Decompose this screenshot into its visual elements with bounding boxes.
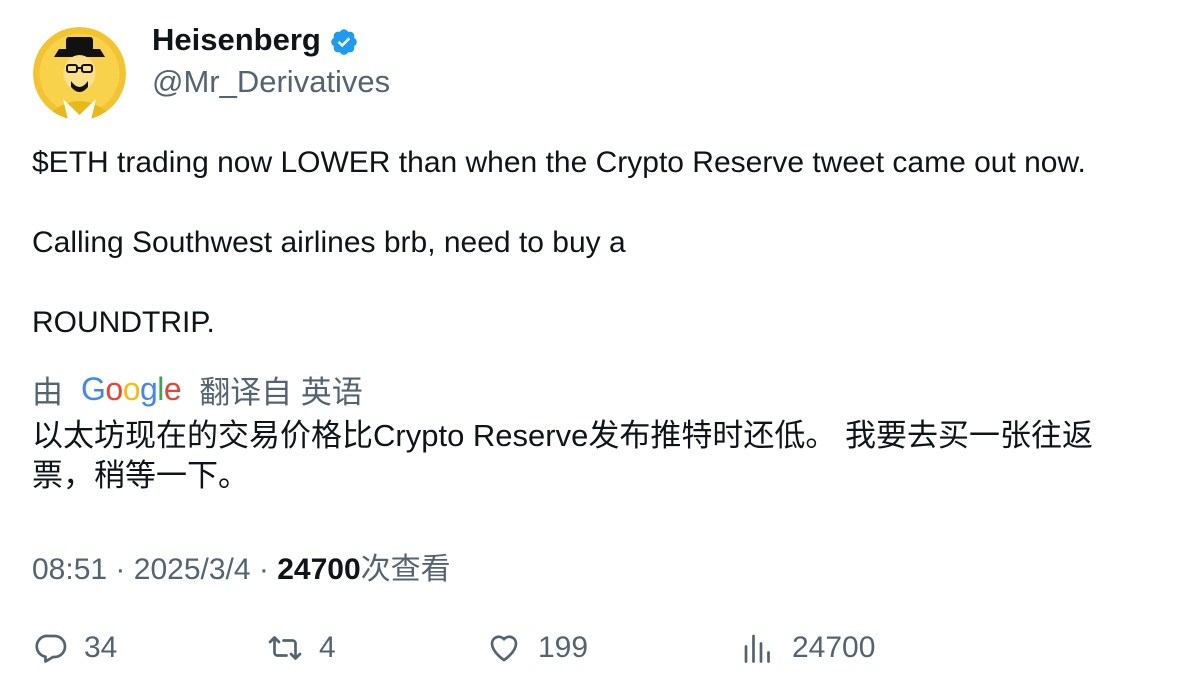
tweet-meta: 08:51 · 2025/3/4 · 24700次查看 bbox=[32, 544, 451, 588]
avatar[interactable] bbox=[33, 27, 126, 120]
meta-separator: · bbox=[258, 553, 269, 586]
translated-text: 以太坊现在的交易价格比Crypto Reserve发布推特时还低。 我要去买一张… bbox=[32, 418, 1093, 493]
translation-attribution: 由 Google 翻译自 英语 bbox=[32, 367, 363, 412]
tweet-text: $ETH trading now LOWER than when the Cry… bbox=[32, 146, 1086, 339]
like-count: 199 bbox=[538, 631, 589, 664]
views-label: 次查看 bbox=[360, 553, 451, 586]
display-name[interactable]: Heisenberg bbox=[152, 22, 321, 58]
views-count: 24700 bbox=[277, 553, 361, 586]
google-logo: Google bbox=[81, 371, 182, 407]
bar-chart-icon bbox=[744, 634, 770, 663]
action-bar: 34 4 199 24700 bbox=[0, 630, 1196, 680]
tweet-time[interactable]: 08:51 bbox=[32, 553, 107, 586]
author-name-row: Heisenberg bbox=[152, 22, 359, 58]
verified-badge-icon bbox=[331, 29, 357, 55]
meta-separator: · bbox=[115, 553, 126, 586]
like-button[interactable]: 199 bbox=[486, 630, 588, 666]
heart-icon bbox=[490, 635, 518, 662]
reply-count: 34 bbox=[84, 631, 118, 664]
retweet-button[interactable]: 4 bbox=[267, 630, 336, 666]
reply-icon bbox=[35, 634, 67, 663]
views-button[interactable]: 24700 bbox=[740, 630, 875, 666]
tweet-date[interactable]: 2025/3/4 bbox=[134, 553, 251, 586]
retweet-count: 4 bbox=[319, 631, 336, 664]
tweet-card: Heisenberg @Mr_Derivatives $ETH trading … bbox=[0, 0, 1196, 698]
views-action-count: 24700 bbox=[792, 631, 876, 664]
author-handle[interactable]: @Mr_Derivatives bbox=[152, 64, 390, 100]
translation-prefix: 由 bbox=[32, 375, 63, 410]
retweet-icon bbox=[268, 636, 302, 660]
reply-button[interactable]: 34 bbox=[32, 630, 117, 666]
translation-suffix: 翻译自 英语 bbox=[199, 375, 363, 410]
